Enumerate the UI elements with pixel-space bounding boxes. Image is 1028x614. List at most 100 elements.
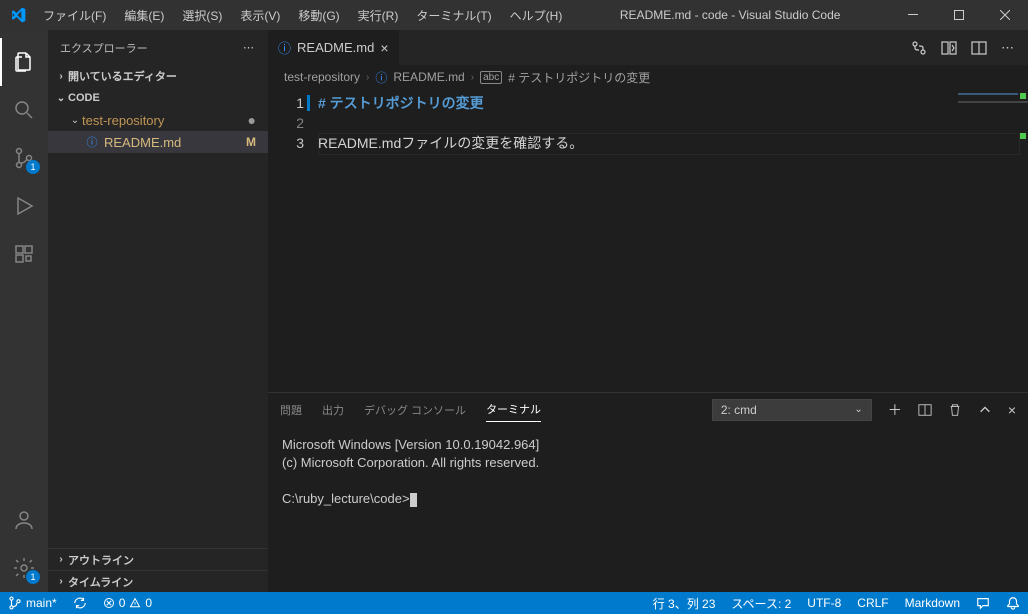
terminal-output[interactable]: Microsoft Windows [Version 10.0.19042.96…: [268, 426, 1028, 592]
close-tab-icon[interactable]: ×: [380, 40, 388, 56]
open-editors-section[interactable]: › 開いているエディター: [48, 65, 268, 87]
info-file-icon: ⓘ: [375, 69, 387, 86]
maximize-panel-icon[interactable]: [978, 403, 992, 417]
minimize-button[interactable]: [890, 0, 936, 30]
chevron-right-icon: ›: [366, 72, 369, 83]
chevron-down-icon: ⌄: [68, 115, 82, 126]
menu-selection[interactable]: 選択(S): [174, 3, 230, 28]
explorer-tab[interactable]: [0, 38, 48, 86]
window-title: README.md - code - Visual Studio Code: [570, 8, 890, 22]
more-actions-icon[interactable]: ⋯: [1001, 40, 1014, 56]
chevron-right-icon: ›: [54, 576, 68, 587]
eol-status[interactable]: CRLF: [849, 592, 896, 614]
tab-label: README.md: [297, 40, 374, 55]
open-editors-label: 開いているエディター: [68, 68, 177, 84]
breadcrumbs[interactable]: test-repository › ⓘ README.md › abc # テス…: [268, 65, 1028, 89]
dirty-dot-icon: ●: [248, 112, 256, 128]
open-preview-icon[interactable]: [941, 40, 957, 56]
chevron-right-icon: ›: [54, 71, 68, 82]
sidebar-title: エクスプローラー: [60, 40, 148, 56]
menu-terminal[interactable]: ターミナル(T): [408, 3, 499, 28]
vscode-logo-icon: [0, 7, 35, 23]
workspace-label: CODE: [68, 92, 100, 104]
folder-label: test-repository: [82, 113, 164, 128]
git-branch-status[interactable]: main*: [0, 592, 65, 614]
split-editor-icon[interactable]: [971, 40, 987, 56]
settings-button[interactable]: 1: [0, 544, 48, 592]
extensions-tab[interactable]: [0, 230, 48, 278]
cursor-icon: [410, 493, 417, 507]
sync-status[interactable]: [65, 592, 95, 614]
workspace-section[interactable]: ⌄ CODE: [48, 87, 268, 109]
code-editor[interactable]: 1 2 3 # テストリポジトリの変更 README.mdファイルの変更を確認す…: [268, 89, 1028, 392]
menu-bar: ファイル(F) 編集(E) 選択(S) 表示(V) 移動(G) 実行(R) ター…: [35, 3, 570, 28]
line-number-gutter: 1 2 3: [268, 89, 318, 392]
timeline-label: タイムライン: [68, 574, 133, 590]
split-terminal-icon[interactable]: [918, 403, 932, 417]
cursor-position-status[interactable]: 行 3、列 23: [645, 592, 724, 614]
debug-console-tab[interactable]: デバッグ コンソール: [364, 398, 466, 422]
chevron-right-icon: ›: [471, 72, 474, 83]
output-tab[interactable]: 出力: [322, 398, 344, 422]
terminal-line: (c) Microsoft Corporation. All rights re…: [282, 454, 1014, 472]
sidebar-more-icon[interactable]: ⋯: [243, 41, 256, 54]
code-line[interactable]: # テストリポジトリの変更: [318, 93, 1028, 113]
chevron-down-icon: ⌄: [854, 404, 862, 415]
modified-badge: M: [246, 135, 256, 149]
timeline-section[interactable]: › タイムライン: [48, 570, 268, 592]
menu-go[interactable]: 移動(G): [290, 3, 347, 28]
menu-view[interactable]: 表示(V): [232, 3, 288, 28]
file-row[interactable]: ⓘ README.md M: [48, 131, 268, 153]
menu-file[interactable]: ファイル(F): [35, 3, 114, 28]
status-bar: main* 0 0 行 3、列 23 スペース: 2 UTF-8 CRLF Ma…: [0, 592, 1028, 614]
indentation-status[interactable]: スペース: 2: [723, 592, 799, 614]
terminal-line: Microsoft Windows [Version 10.0.19042.96…: [282, 436, 1014, 454]
breadcrumb-symbol[interactable]: # テストリポジトリの変更: [508, 69, 650, 86]
menu-edit[interactable]: 編集(E): [116, 3, 172, 28]
source-control-tab[interactable]: 1: [0, 134, 48, 182]
info-file-icon: ⓘ: [84, 134, 100, 150]
run-debug-tab[interactable]: [0, 182, 48, 230]
new-terminal-icon[interactable]: ＋: [888, 400, 902, 420]
menu-run[interactable]: 実行(R): [350, 3, 407, 28]
notifications-icon[interactable]: [998, 592, 1028, 614]
compare-changes-icon[interactable]: [911, 40, 927, 56]
maximize-button[interactable]: [936, 0, 982, 30]
editor-tabs: ⓘ README.md × ⋯: [268, 30, 1028, 65]
language-status[interactable]: Markdown: [897, 592, 968, 614]
chevron-down-icon: ⌄: [54, 93, 68, 104]
title-bar: ファイル(F) 編集(E) 選択(S) 表示(V) 移動(G) 実行(R) ター…: [0, 0, 1028, 30]
breadcrumb-file[interactable]: README.md: [393, 70, 464, 84]
accounts-button[interactable]: [0, 496, 48, 544]
close-panel-icon[interactable]: ×: [1008, 402, 1016, 418]
terminal-prompt: C:\ruby_lecture\code>: [282, 490, 1014, 508]
overview-ruler[interactable]: [1016, 89, 1028, 392]
code-line[interactable]: README.mdファイルの変更を確認する。: [318, 133, 1028, 153]
terminal-selector[interactable]: 2: cmd ⌄: [712, 399, 872, 421]
search-tab[interactable]: [0, 86, 48, 134]
folder-row[interactable]: ⌄ test-repository ●: [48, 109, 268, 131]
terminal-selector-label: 2: cmd: [721, 403, 757, 417]
activity-bar: 1 1: [0, 30, 48, 592]
sidebar-explorer: エクスプローラー ⋯ › 開いているエディター ⌄ CODE ⌄ test-re…: [48, 30, 268, 592]
info-file-icon: ⓘ: [278, 38, 291, 57]
problems-tab[interactable]: 問題: [280, 398, 302, 422]
outline-section[interactable]: › アウトライン: [48, 548, 268, 570]
kill-terminal-icon[interactable]: [948, 403, 962, 417]
terminal-line: [282, 472, 1014, 490]
terminal-tab[interactable]: ターミナル: [486, 397, 541, 422]
settings-badge: 1: [26, 570, 40, 584]
close-button[interactable]: [982, 0, 1028, 30]
menu-help[interactable]: ヘルプ(H): [502, 3, 571, 28]
panel: 問題 出力 デバッグ コンソール ターミナル 2: cmd ⌄ ＋ ×: [268, 392, 1028, 592]
encoding-status[interactable]: UTF-8: [799, 592, 849, 614]
code-line[interactable]: [318, 113, 1028, 133]
problems-status[interactable]: 0 0: [95, 592, 160, 614]
scm-badge: 1: [26, 160, 40, 174]
breadcrumb-folder[interactable]: test-repository: [284, 70, 360, 84]
feedback-icon[interactable]: [968, 592, 998, 614]
editor-tab[interactable]: ⓘ README.md ×: [268, 30, 400, 65]
symbol-text-icon: abc: [480, 71, 502, 84]
file-label: README.md: [104, 135, 181, 150]
chevron-right-icon: ›: [54, 554, 68, 565]
